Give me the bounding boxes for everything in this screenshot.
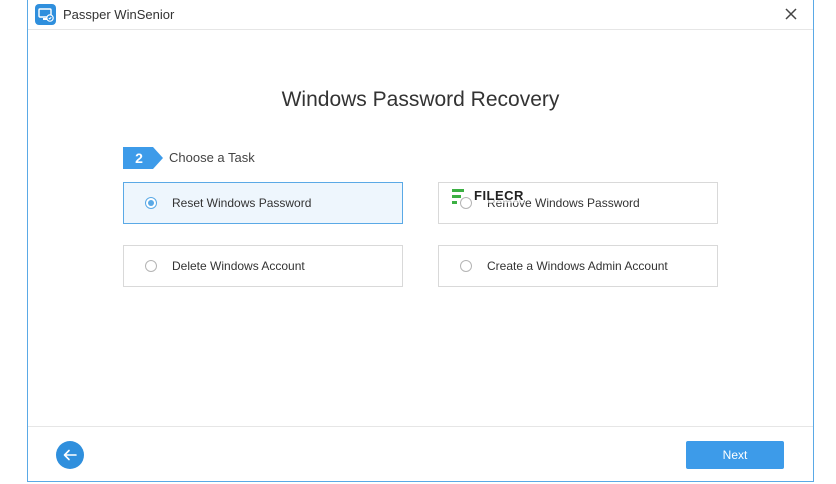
back-button[interactable] [56, 441, 84, 469]
page-title: Windows Password Recovery [281, 88, 560, 111]
close-icon[interactable] [783, 6, 799, 22]
watermark-logo-icon [452, 189, 464, 204]
option-label: Create a Windows Admin Account [487, 259, 668, 273]
option-label: Reset Windows Password [172, 196, 312, 210]
footer-divider [28, 426, 813, 427]
option-delete-windows-account[interactable]: Delete Windows Account [123, 245, 403, 287]
title-bar: Passper WinSenior [28, 0, 813, 30]
radio-button[interactable] [145, 197, 157, 209]
radio-button[interactable] [460, 260, 472, 272]
radio-button[interactable] [145, 260, 157, 272]
app-window: Passper WinSenior Windows Password Recov… [27, 0, 814, 482]
step-label: Choose a Task [169, 150, 255, 165]
next-button[interactable]: Next [686, 441, 784, 469]
arrow-left-icon [63, 449, 77, 461]
monitor-lock-icon [35, 4, 56, 25]
option-label: Delete Windows Account [172, 259, 305, 273]
option-create-windows-admin-account[interactable]: Create a Windows Admin Account [438, 245, 718, 287]
step-number: 2 [135, 150, 143, 166]
watermark-text: FILECR [474, 188, 524, 203]
window-title: Passper WinSenior [63, 7, 175, 22]
option-reset-windows-password[interactable]: Reset Windows Password [123, 182, 403, 224]
